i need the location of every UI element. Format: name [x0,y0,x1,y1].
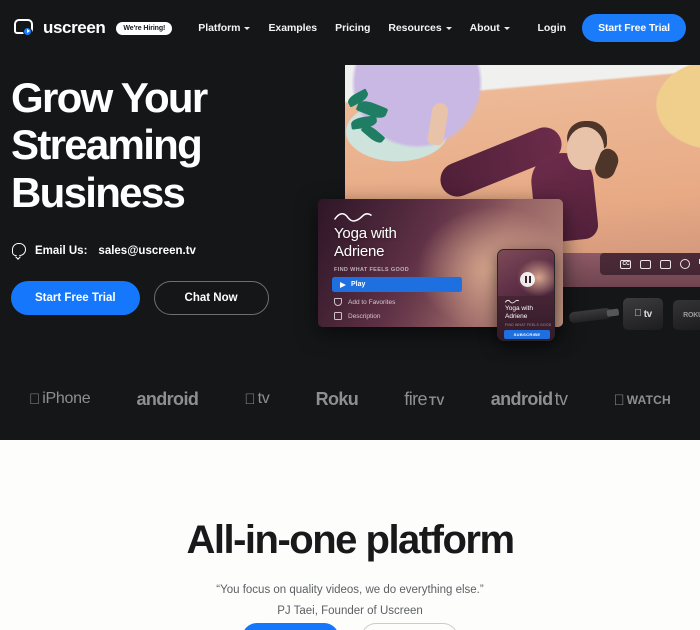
platform-logo-apple-tv-label: tv [258,390,270,408]
hero-title-line-2: Streaming [11,121,203,169]
phone-card-meta: FIND WHAT FEELS GOOD [505,323,552,327]
nav-item-pricing-label: Pricing [335,22,371,34]
uscreen-logo-icon [14,18,36,38]
brand-logo[interactable]: uscreen We're Hiring! [14,18,173,38]
apple-logo-icon:  [613,393,624,408]
nav-item-platform-label: Platform [198,22,241,34]
email-label: Email Us: [35,244,88,257]
phone-subscribe-label: SUBSCRIBE [513,332,541,337]
section-buttons [0,623,700,630]
hero-buttons: Start Free Trial Chat Now [11,281,341,316]
platform-logo-apple-watch-label: WATCH [624,392,671,407]
chat-bubble-icon [11,242,28,260]
hero-chat-now-button[interactable]: Chat Now [153,281,269,316]
hero-start-free-trial-button[interactable]: Start Free Trial [11,281,140,316]
hero-title: Grow Your Streaming Business [11,74,341,216]
hiring-badge[interactable]: We're Hiring! [116,21,173,35]
platform-logo-fire-tv: fire TV [404,389,444,410]
email-row: Email Us: sales@uscreen.tv [11,242,341,260]
platform-logo-roku-label: Roku [304,388,359,409]
platform-logo-fire-tv-suffix: TV [420,393,445,408]
yoga-card-title-line-2: Adriene [334,242,385,260]
apple-logo-icon:  [634,309,642,319]
navbar-start-free-trial-button[interactable]: Start Free Trial [582,14,686,42]
device-mockups:  tv ROKU [555,288,700,336]
nav-item-pricing[interactable]: Pricing [335,22,370,34]
nav-item-examples-label: Examples [268,22,318,34]
hero-title-line-1: Grow Your [11,74,208,121]
apple-logo-icon:  [244,392,255,407]
player-control-bar[interactable]: CC [600,253,700,275]
platform-logos-strip:  iPhone android  tv Roku fire TV andro… [0,375,700,423]
phone-card-title: Yoga with Adriene [505,305,533,321]
roku-device-label: ROKU [683,311,700,319]
nav-item-about[interactable]: About [470,22,510,34]
navbar-right: Login Start Free Trial [537,14,686,42]
apple-tv-device-label: tv [639,308,652,320]
landing-page: uscreen We're Hiring! Platform Examples … [0,0,700,630]
section-primary-button[interactable] [242,623,339,630]
nav-item-resources[interactable]: Resources [388,22,452,34]
cc-icon[interactable]: CC [620,259,631,269]
apple-logo-icon:  [29,392,40,407]
nav-item-about-label: About [469,22,500,34]
phone-mockup[interactable]: Yoga with Adriene FIND WHAT FEELS GOOD S… [497,249,555,341]
phone-subscribe-button[interactable]: SUBSCRIBE [504,330,550,339]
cast-icon[interactable] [660,259,671,269]
hero-section: uscreen We're Hiring! Platform Examples … [0,0,700,440]
phone-title-line-1: Yoga with [505,305,533,312]
yoga-card-favorites-label: Add to Favorites [348,298,396,306]
section-secondary-button[interactable] [361,623,458,630]
nav-item-resources-label: Resources [388,22,442,34]
section-quote: “You focus on quality videos, we do ever… [216,584,484,596]
chevron-down-icon [244,27,251,30]
platform-logo-iphone-label: iPhone [31,390,90,407]
login-link[interactable]: Login [537,22,566,34]
platform-logo-apple-tv:  tv [244,390,269,408]
email-address-link[interactable]: sales@uscreen.tv [98,245,196,257]
platform-logo-roku: Roku [316,389,359,410]
pause-icon[interactable] [520,272,535,287]
yoga-card-add-favorites-item[interactable]: Add to Favorites [334,298,395,306]
platform-logo-android-label: android [127,388,198,409]
nav-item-examples[interactable]: Examples [268,22,317,34]
yoga-card-meta: FIND WHAT FEELS GOOD [334,267,410,273]
platform-logo-android: android [136,389,198,410]
platform-logo-android-tv-suffix: tv [549,388,568,409]
yoga-card-title: Yoga with Adriene [334,225,397,260]
fire-stick-device [568,307,612,324]
picture-in-picture-icon[interactable] [640,259,651,269]
yoga-card-play-label: Play [351,281,366,288]
chevron-down-icon [503,27,510,30]
roku-device: ROKU [673,300,700,330]
brand-name: uscreen [43,18,106,37]
section-title: All-in-one platform [186,518,515,562]
platform-logo-fire-label: fire [396,388,427,409]
all-in-one-platform-section: All-in-one platform “You focus on qualit… [0,440,700,630]
chevron-down-icon [445,27,452,30]
hero-title-line-3: Business [11,168,186,216]
platform-logo-android-tv-label: android [485,388,553,409]
yoga-card-description-label: Description [348,312,381,320]
settings-icon[interactable] [680,259,690,269]
nav-links: Platform Examples Pricing Resources Abou… [198,22,510,34]
nav-item-platform[interactable]: Platform [198,22,251,34]
hero-content: Grow Your Streaming Business Email Us: s… [11,74,341,316]
platform-logo-iphone:  iPhone [29,390,91,408]
section-quote-author: PJ Taei, Founder of Uscreen [277,605,423,617]
platform-logo-android-tv: android tv [491,389,568,410]
navbar: uscreen We're Hiring! Platform Examples … [0,0,700,56]
platform-logo-apple-watch:  WATCH [613,392,671,408]
yoga-card-title-line-1: Yoga with [334,225,397,242]
yoga-card-play-button[interactable]: Play [332,277,462,292]
phone-title-line-2: Adriene [505,312,528,320]
apple-tv-device:  tv [623,298,663,330]
brand-squiggle-icon [505,299,519,304]
